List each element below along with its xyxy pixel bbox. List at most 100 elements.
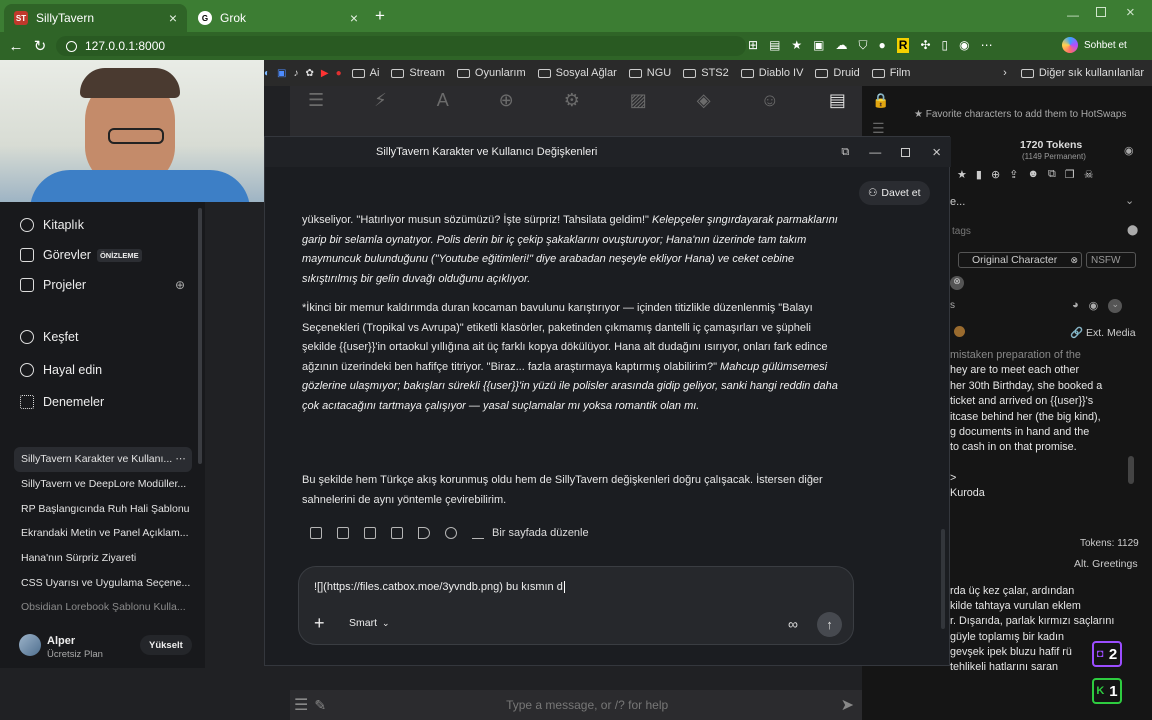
duplicate-icon[interactable]: ⧉ (1048, 168, 1056, 181)
magic-wand-icon[interactable]: ✎ (314, 697, 326, 714)
profile-avatar-icon[interactable]: ◉ (959, 38, 969, 53)
copy-icon[interactable] (391, 527, 403, 539)
close-button[interactable]: × (932, 144, 941, 161)
shield-icon[interactable]: ⛉ (859, 38, 868, 53)
maximize-button[interactable] (1096, 7, 1106, 17)
eye-icon[interactable]: ◉ (1089, 299, 1099, 313)
star-icon[interactable]: ★ (791, 38, 802, 53)
minimize-button[interactable]: — (869, 145, 881, 159)
nav-experiments[interactable]: Denemeler (0, 387, 205, 417)
site-info-icon[interactable] (66, 40, 77, 52)
google-icon[interactable]: ◐ (264, 68, 270, 79)
bookmark-folder[interactable]: STS2 (683, 67, 729, 79)
bookmark-folder[interactable]: Ai (351, 67, 379, 79)
nav-explore[interactable]: Keşfet (0, 322, 205, 352)
chat-scrollbar[interactable] (941, 529, 945, 629)
more-icon[interactable]: ⋯ (176, 453, 187, 465)
tab-sillytavern[interactable]: ST SillyTavern × (4, 4, 187, 32)
reload-icon[interactable]: ↻ (28, 37, 52, 55)
export-icon[interactable]: ⇪ (1009, 168, 1018, 181)
chat-item[interactable]: CSS Uyarısı ve Uygulama Seçene... (0, 570, 205, 595)
open-external-icon[interactable]: ⧉ (841, 146, 849, 159)
plug-icon[interactable]: ⚡ (374, 90, 387, 111)
window-close-button[interactable]: × (1126, 4, 1135, 21)
nav-library[interactable]: Kitaplık (0, 210, 205, 240)
scrollbar[interactable] (1128, 456, 1134, 484)
globe-icon[interactable]: ⊕ (499, 90, 514, 111)
globe-icon[interactable]: ⊕ (991, 168, 1000, 181)
chevron-down-icon[interactable]: ⌄ (1108, 299, 1123, 313)
address-bar[interactable]: 127.0.0.1:8000 (56, 36, 746, 56)
thumbs-up-icon[interactable] (310, 527, 322, 539)
back-icon[interactable]: ← (4, 38, 28, 55)
edit-page-button[interactable]: Bir sayfada düzenle (492, 527, 589, 539)
tiktok-icon[interactable]: ♪ (294, 68, 299, 79)
send-icon[interactable]: ➤ (841, 695, 854, 715)
more-icon[interactable]: ⋯ (981, 38, 993, 53)
minimize-button[interactable]: — (1067, 8, 1079, 22)
menu-icon[interactable]: ☰ (294, 695, 308, 715)
remove-tag-icon[interactable]: ⊗ (950, 276, 964, 290)
bookmark-folder[interactable]: NGU (628, 67, 671, 79)
add-project-icon[interactable]: ⊕ (175, 278, 185, 292)
composer-input[interactable]: ![](https://files.catbox.moe/3yvndb.png)… (314, 581, 565, 593)
bookmark-folder[interactable]: Sosyal Ağlar (537, 67, 617, 79)
tag-icon[interactable]: ⬤ (1127, 225, 1138, 236)
star-icon[interactable]: ★ (957, 168, 967, 181)
bookmark-folder[interactable]: Druid (815, 67, 860, 79)
puzzle-icon[interactable]: ✣ (920, 38, 930, 53)
thumbs-down-icon[interactable] (337, 527, 349, 539)
eye-icon[interactable]: ◉ (1124, 144, 1134, 157)
book-icon[interactable]: ▮ (976, 168, 982, 181)
alt-greetings-button[interactable]: Alt. Greetings (1074, 558, 1138, 570)
user-settings-icon[interactable]: ⚙ (564, 90, 580, 111)
openai-icon[interactable]: ✿ (306, 68, 314, 79)
cookie-icon[interactable]: ● (879, 38, 886, 53)
cubes-icon[interactable]: ◈ (697, 90, 711, 111)
attach-button[interactable]: + (314, 613, 325, 634)
r-extension-icon[interactable]: R (896, 38, 910, 53)
regenerate-icon[interactable] (445, 527, 457, 539)
sidebar-scrollbar[interactable] (198, 208, 202, 464)
tag-nsfw[interactable]: NSFW (1086, 252, 1136, 268)
speaker-icon[interactable] (418, 527, 430, 539)
close-icon[interactable]: × (350, 10, 358, 26)
share-icon[interactable] (364, 527, 376, 539)
nav-projects[interactable]: Projeler ⊕ (0, 270, 205, 300)
model-select[interactable]: Smart ⌄ (349, 617, 390, 629)
extension-icon[interactable]: ▣ (813, 38, 824, 53)
tag-original-character[interactable]: Original Character ⊗ (958, 252, 1082, 268)
nav-tasks[interactable]: Görevler ÖNİZLEME (0, 240, 205, 270)
chevron-right-icon[interactable]: › (1003, 67, 1007, 79)
sliders-icon[interactable]: ☰ (308, 90, 324, 111)
bookmark-folder[interactable]: Oyunlarım (456, 67, 526, 79)
smile-icon[interactable]: ☺ (761, 90, 779, 111)
youtube-icon[interactable]: ▶ (321, 68, 329, 79)
tags-input[interactable]: tags (952, 226, 971, 237)
send-button[interactable]: ↑ (817, 612, 842, 637)
nav-imagine[interactable]: Hayal edin (0, 355, 205, 385)
font-icon[interactable]: A (437, 90, 449, 111)
skull-icon[interactable]: ☠ (1084, 168, 1094, 181)
chat-item[interactable]: RP Başlangıcında Ruh Hali Şablonu (0, 496, 205, 521)
bookmark-folder[interactable]: Film (871, 67, 910, 79)
split-view-icon[interactable]: ▯ (942, 38, 949, 53)
user-icon[interactable]: ☻ (1027, 168, 1039, 181)
apps-icon[interactable]: ⊞ (748, 38, 758, 53)
bookmark-folder[interactable]: Stream (391, 67, 445, 79)
tab-grok[interactable]: G Grok × (188, 4, 368, 32)
bookmark-folder[interactable]: Diablo IV (740, 67, 803, 79)
chat-item[interactable]: Obsidian Lorebook Şablonu Kulla... (0, 595, 205, 620)
copy-icon[interactable]: ❐ (1065, 168, 1075, 181)
copilot-button[interactable]: Sohbet et (1062, 37, 1127, 53)
cloud-icon[interactable]: ☁ (836, 38, 848, 53)
list-icon[interactable]: ☰ (872, 120, 885, 137)
invite-button[interactable]: ⚇ Davet et (859, 181, 930, 205)
chat-item[interactable]: SillyTavern ve DeepLore Modüller... (0, 472, 205, 497)
bookmark-red-icon[interactable]: ● (336, 68, 342, 79)
image-icon[interactable]: ▨ (630, 90, 647, 111)
message-input[interactable]: Type a message, or /? for help (506, 698, 668, 712)
palette-icon[interactable]: ◕ (1072, 299, 1079, 313)
edit-icon[interactable] (472, 527, 484, 539)
new-tab-button[interactable]: + (375, 6, 385, 26)
